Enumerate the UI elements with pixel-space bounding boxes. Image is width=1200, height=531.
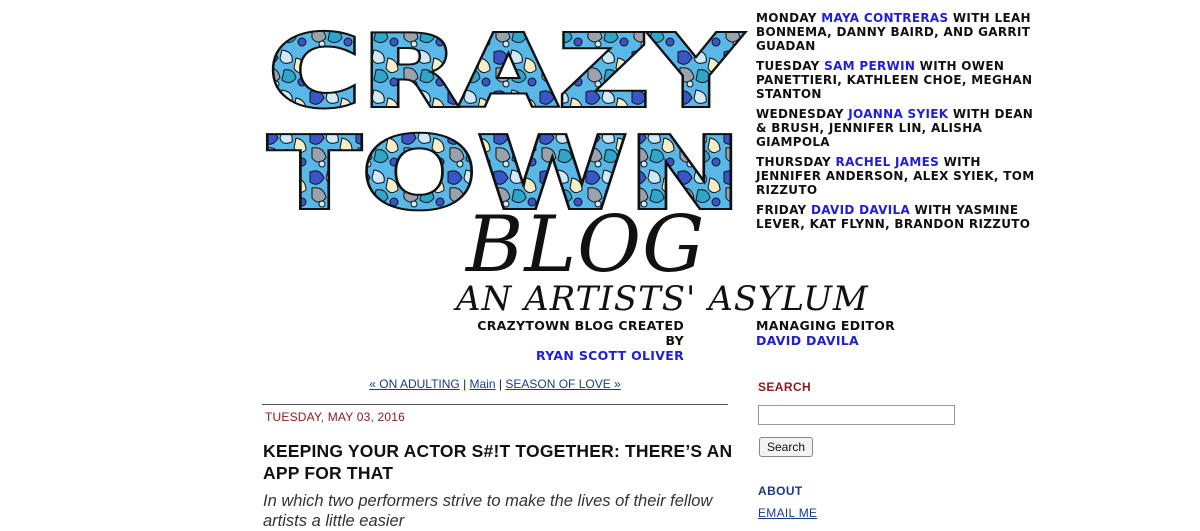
- schedule-with: WITH: [952, 107, 990, 121]
- site-tagline: AN ARTISTS' ASYLUM: [456, 279, 869, 319]
- schedule-with: WITH: [952, 11, 991, 25]
- nav-divider: [262, 404, 728, 405]
- search-heading: SEARCH: [758, 380, 812, 394]
- nav-separator: |: [495, 377, 506, 391]
- weekly-schedule: MONDAY MAYA CONTRERAS WITH LEAH BONNEMA,…: [756, 11, 1046, 237]
- creator-link[interactable]: RYAN SCOTT OLIVER: [536, 348, 684, 363]
- editor-label: MANAGING EDITOR: [756, 318, 896, 333]
- main-link[interactable]: Main: [470, 377, 496, 391]
- schedule-host-link[interactable]: SAM PERWIN: [824, 59, 915, 73]
- schedule-host-link[interactable]: RACHEL JAMES: [836, 155, 940, 169]
- schedule-entry-thursday: THURSDAY RACHEL JAMES WITH JENNIFER ANDE…: [756, 155, 1046, 197]
- schedule-entry-wednesday: WEDNESDAY JOANNA SYIEK WITH DEAN & BRUSH…: [756, 107, 1046, 149]
- post-date: TUESDAY, MAY 03, 2016: [265, 410, 406, 424]
- logo-blog-text: BLOG: [466, 200, 706, 290]
- schedule-host-link[interactable]: MAYA CONTRERAS: [821, 11, 948, 25]
- schedule-day: TUESDAY: [756, 59, 820, 73]
- schedule-entry-monday: MONDAY MAYA CONTRERAS WITH LEAH BONNEMA,…: [756, 11, 1046, 53]
- schedule-with: WITH: [914, 203, 952, 217]
- search-input[interactable]: [758, 405, 955, 425]
- creator-credit: CRAZYTOWN BLOG CREATED BY RYAN SCOTT OLI…: [456, 318, 684, 363]
- schedule-host-link[interactable]: DAVID DAVILA: [811, 203, 910, 217]
- schedule-with: WITH: [943, 155, 981, 169]
- nav-separator: |: [459, 377, 470, 391]
- about-heading: ABOUT: [758, 484, 803, 498]
- schedule-day: WEDNESDAY: [756, 107, 844, 121]
- schedule-host-link[interactable]: JOANNA SYIEK: [848, 107, 948, 121]
- schedule-entry-tuesday: TUESDAY SAM PERWIN WITH OWEN PANETTIERI,…: [756, 59, 1046, 101]
- email-me-link[interactable]: EMAIL ME: [758, 506, 817, 520]
- logo-crazy-text: CRAZY: [268, 13, 744, 130]
- post-navigation: « ON ADULTING | Main | SEASON OF LOVE »: [262, 377, 728, 391]
- creator-label: CRAZYTOWN BLOG CREATED BY: [477, 318, 684, 348]
- editor-credit: MANAGING EDITOR DAVID DAVILA: [756, 318, 895, 348]
- schedule-guests: JENNIFER ANDERSON, ALEX SYIEK, TOM RIZZU…: [756, 169, 1035, 197]
- search-button[interactable]: Search: [759, 437, 814, 457]
- post-subtitle: In which two performers strive to make t…: [263, 492, 713, 530]
- schedule-entry-friday: FRIDAY DAVID DAVILA WITH YASMINE LEVER, …: [756, 203, 1046, 231]
- schedule-day: FRIDAY: [756, 203, 807, 217]
- editor-link[interactable]: DAVID DAVILA: [756, 333, 859, 348]
- prev-post-link[interactable]: « ON ADULTING: [369, 377, 459, 391]
- next-post-link[interactable]: SEASON OF LOVE »: [505, 377, 620, 391]
- schedule-day: MONDAY: [756, 11, 817, 25]
- crazytown-logo[interactable]: CRAZY TOWN: [262, 8, 748, 218]
- schedule-with: WITH: [919, 59, 957, 73]
- post-title: KEEPING YOUR ACTOR S#!T TOGETHER: THERE’…: [263, 441, 733, 483]
- schedule-day: THURSDAY: [756, 155, 832, 169]
